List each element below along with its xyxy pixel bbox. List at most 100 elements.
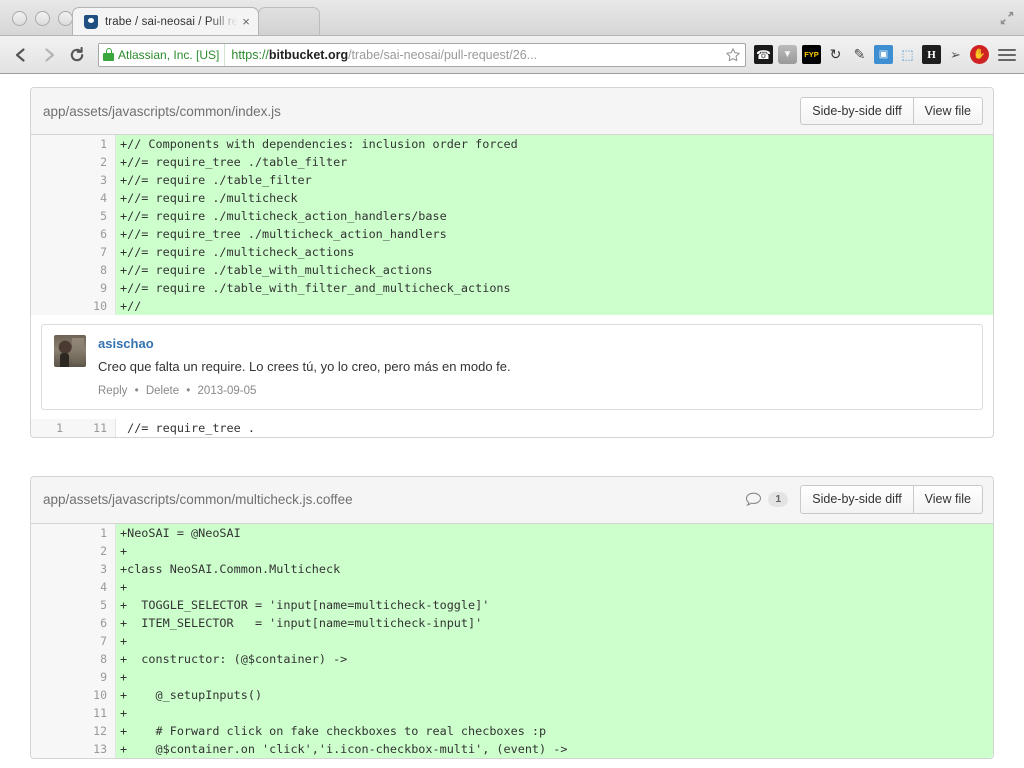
screen-capture-icon[interactable]: ⬚	[898, 45, 917, 64]
file-path: app/assets/javascripts/common/multicheck…	[43, 492, 353, 508]
table-row[interactable]: 3 +//= require ./table_filter	[31, 171, 993, 189]
new-line-number: 6	[71, 613, 116, 632]
title-bar: trabe / sai-neosai / Pull re ×	[0, 0, 1024, 36]
diff-header: app/assets/javascripts/common/index.js S…	[31, 88, 993, 135]
code-line: +NeoSAI = @NeoSAI	[115, 523, 993, 542]
browser-tab-active[interactable]: trabe / sai-neosai / Pull re ×	[72, 7, 259, 35]
code-line: + TOGGLE_SELECTOR = 'input[name=multiche…	[115, 595, 993, 614]
table-row[interactable]: 1 +// Components with dependencies: incl…	[31, 135, 993, 153]
side-by-side-diff-button[interactable]: Side-by-side diff	[800, 96, 914, 126]
fyp-icon[interactable]: FYP	[802, 45, 821, 64]
tab-strip: trabe / sai-neosai / Pull re ×	[72, 0, 320, 35]
table-row[interactable]: 5 + TOGGLE_SELECTOR = 'input[name=multic…	[31, 595, 993, 614]
browser-tab-inactive[interactable]	[257, 7, 320, 35]
minimize-window-button[interactable]	[35, 11, 50, 26]
comment-author[interactable]: asischao	[98, 335, 970, 353]
code-line: +//= require ./table_filter	[115, 171, 993, 189]
table-row[interactable]: 1 11 //= require_tree .	[31, 418, 993, 437]
diff-header: app/assets/javascripts/common/multicheck…	[31, 476, 993, 524]
site-identity-badge[interactable]: Atlassian, Inc. [US]	[99, 43, 226, 66]
table-row[interactable]: 8 +//= require ./table_with_multicheck_a…	[31, 261, 993, 279]
table-row[interactable]: 2 +	[31, 541, 993, 560]
close-window-button[interactable]	[12, 11, 27, 26]
delete-link[interactable]: Delete	[146, 385, 179, 397]
eyedropper-icon[interactable]: ✎	[850, 45, 869, 64]
old-line-number	[31, 649, 71, 668]
new-line-number: 1	[71, 135, 116, 153]
url-path: /trabe/sai-neosai/pull-request/26...	[348, 47, 538, 62]
new-line-number: 3	[71, 171, 116, 189]
comment-count: 1	[745, 491, 789, 508]
view-file-button[interactable]: View file	[913, 485, 983, 514]
table-row[interactable]: 13 + @$container.on 'click','i.icon-chec…	[31, 739, 993, 758]
table-row[interactable]: 9 +	[31, 667, 993, 686]
refresh-clock-icon[interactable]: ↻	[826, 45, 845, 64]
shield-chevron-icon[interactable]: ▼	[778, 45, 797, 64]
comment-date: 2013-09-05	[197, 384, 257, 397]
code-line: +//= require ./table_with_filter_and_mul…	[115, 279, 993, 297]
table-row[interactable]: 8 + constructor: (@$container) ->	[31, 649, 993, 668]
table-row[interactable]: 4 +	[31, 577, 993, 596]
browser-window: trabe / sai-neosai / Pull re × Atlassian…	[0, 0, 1024, 768]
maximize-icon[interactable]	[998, 9, 1016, 27]
forward-arrow-icon[interactable]	[36, 42, 62, 68]
table-row[interactable]: 10 +//	[31, 297, 993, 315]
table-row[interactable]: 9 +//= require ./table_with_filter_and_m…	[31, 279, 993, 297]
new-line-number: 4	[71, 577, 116, 596]
old-line-number	[31, 613, 71, 632]
old-line-number	[31, 297, 71, 315]
table-row[interactable]: 12 + # Forward click on fake checkboxes …	[31, 721, 993, 740]
user-avatar	[54, 335, 86, 367]
code-line: + @_setupInputs()	[115, 685, 993, 704]
lock-icon	[103, 48, 114, 61]
hamburger-menu-icon[interactable]	[998, 46, 1016, 64]
diff-table: 1 +NeoSAI = @NeoSAI 2 + 3 +class NeoSAI.…	[31, 523, 993, 758]
table-row[interactable]: 1 +NeoSAI = @NeoSAI	[31, 523, 993, 542]
code-line: +// Components with dependencies: inclus…	[115, 135, 993, 153]
adblock-stop-icon[interactable]: ✋	[970, 45, 989, 64]
phone-icon[interactable]: ☎	[754, 45, 773, 64]
back-arrow-icon[interactable]	[8, 42, 34, 68]
reply-link[interactable]: Reply	[98, 385, 127, 397]
reload-icon[interactable]	[64, 42, 90, 68]
diff-block: app/assets/javascripts/common/index.js S…	[30, 87, 994, 438]
old-line-number	[31, 685, 71, 704]
code-line: + constructor: (@$container) ->	[115, 649, 993, 668]
old-line-number	[31, 523, 71, 542]
table-row[interactable]: 6 + ITEM_SELECTOR = 'input[name=multiche…	[31, 613, 993, 632]
table-row[interactable]: 2 +//= require_tree ./table_filter	[31, 153, 993, 171]
table-row[interactable]: 5 +//= require ./multicheck_action_handl…	[31, 207, 993, 225]
h-marker-icon[interactable]: H	[922, 45, 941, 64]
key-icon[interactable]: ➢	[946, 45, 965, 64]
table-row[interactable]: 3 +class NeoSAI.Common.Multicheck	[31, 559, 993, 578]
new-line-number: 9	[71, 667, 116, 686]
table-row[interactable]: 4 +//= require ./multicheck	[31, 189, 993, 207]
new-line-number: 3	[71, 559, 116, 578]
star-icon[interactable]	[725, 47, 741, 63]
code-line: +	[115, 541, 993, 560]
table-row[interactable]: 7 +//= require ./multicheck_actions	[31, 243, 993, 261]
window-traffic-lights[interactable]	[12, 11, 73, 26]
address-bar[interactable]: Atlassian, Inc. [US] https://bitbucket.o…	[98, 42, 746, 67]
side-by-side-diff-button[interactable]: Side-by-side diff	[800, 485, 914, 514]
table-row[interactable]: 10 + @_setupInputs()	[31, 685, 993, 704]
code-line: + ITEM_SELECTOR = 'input[name=multicheck…	[115, 613, 993, 632]
diff-body: 1 +// Components with dependencies: incl…	[31, 135, 993, 437]
close-icon[interactable]: ×	[242, 15, 250, 28]
zoom-window-button[interactable]	[58, 11, 73, 26]
table-row[interactable]: 7 +	[31, 631, 993, 650]
code-line: //= require_tree .	[115, 418, 993, 437]
new-line-number: 6	[71, 225, 116, 243]
table-row[interactable]: 11 +	[31, 703, 993, 722]
view-file-button[interactable]: View file	[913, 96, 983, 126]
table-row[interactable]: 6 +//= require_tree ./multicheck_action_…	[31, 225, 993, 243]
code-line: +//= require ./multicheck_actions	[115, 243, 993, 261]
old-line-number	[31, 541, 71, 560]
comment-meta: Reply • Delete • 2013-09-05	[98, 382, 970, 400]
page-content: app/assets/javascripts/common/index.js S…	[0, 75, 1024, 768]
new-line-number: 1	[71, 523, 116, 542]
image-stack-icon[interactable]: ▣	[874, 45, 893, 64]
old-line-number	[31, 279, 71, 297]
inline-comment-row: asischao Creo que falta un require. Lo c…	[31, 315, 993, 419]
meta-separator: •	[134, 384, 139, 397]
